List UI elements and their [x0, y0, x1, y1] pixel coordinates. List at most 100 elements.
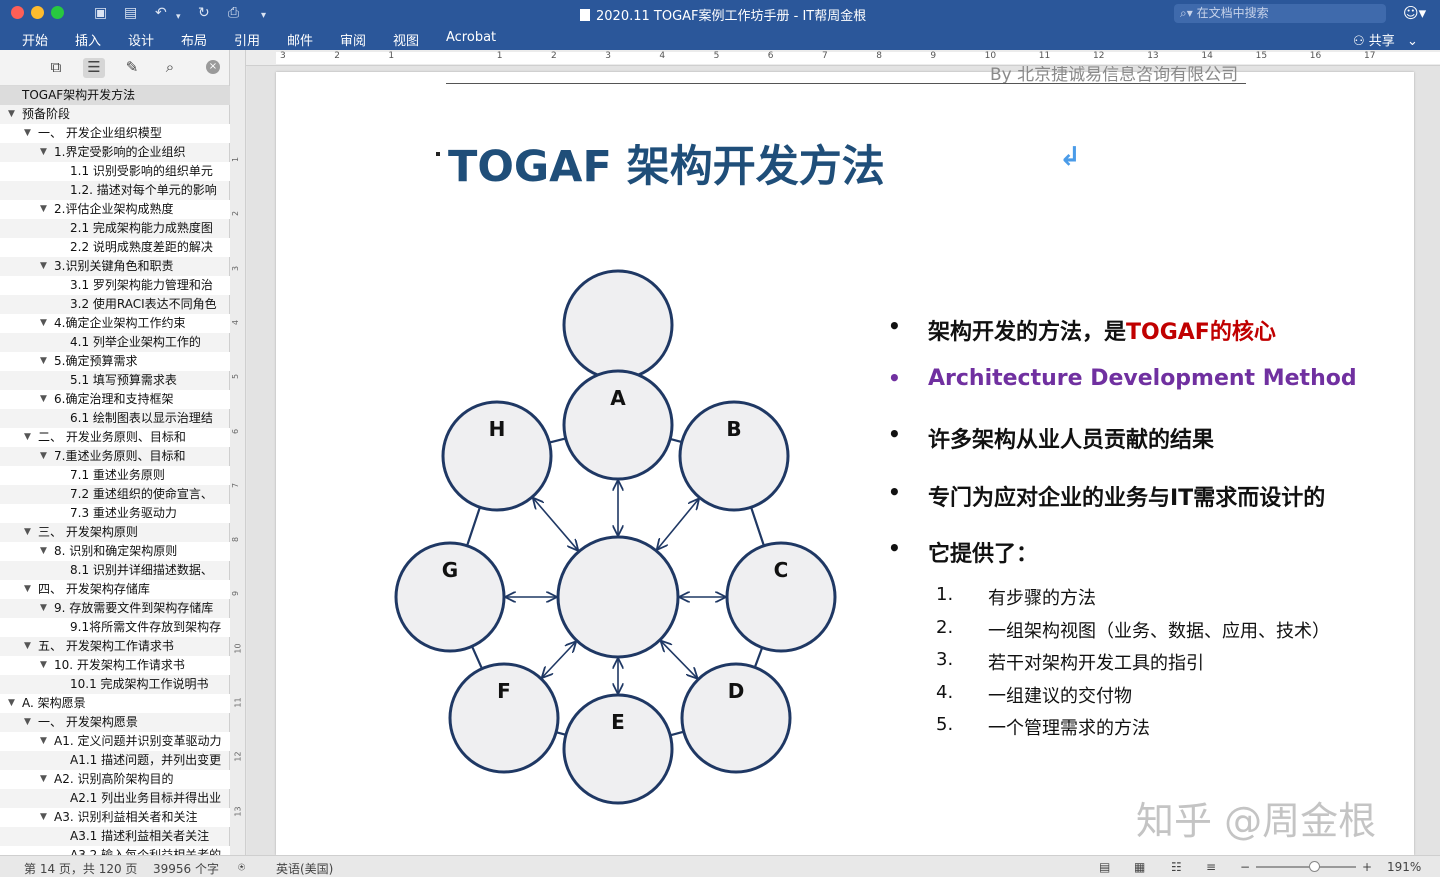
nav-item[interactable]: ▼ 1.界定受影响的企业组织: [0, 143, 230, 162]
collapse-triangle-icon[interactable]: ▼: [24, 124, 31, 143]
proofing-icon[interactable]: ⍟: [238, 860, 245, 875]
tab-acrobat[interactable]: Acrobat: [446, 30, 496, 45]
collapse-triangle-icon[interactable]: ▼: [40, 599, 47, 618]
print-icon[interactable]: ⎙: [228, 4, 239, 22]
redo-icon[interactable]: ↻: [198, 4, 210, 22]
nav-item[interactable]: ▼ 一、 开发架构愿景: [0, 713, 230, 732]
customize-toolbar-icon[interactable]: ▾: [261, 7, 266, 25]
document-canvas[interactable]: By 北京捷诚易信息咨询有限公司 TOGAF 架构开发方法 ↲ ABCDEFGH…: [247, 66, 1440, 855]
edit-outline-icon[interactable]: ✎: [121, 58, 143, 78]
nav-item[interactable]: A3.1 描述利益相关者关注: [0, 827, 230, 846]
nav-item[interactable]: ▼ 二、 开发业务原则、目标和: [0, 428, 230, 447]
draft-view-icon[interactable]: ≡: [1206, 860, 1216, 874]
nav-item[interactable]: ▼ 2.评估企业架构成熟度: [0, 200, 230, 219]
nav-item[interactable]: ▼ 5.确定预算需求: [0, 352, 230, 371]
page-count[interactable]: 第 14 页，共 120 页: [24, 860, 137, 877]
nav-item[interactable]: 3.1 罗列架构能力管理和治: [0, 276, 230, 295]
nav-item[interactable]: A2.1 列出业务目标并得出业: [0, 789, 230, 808]
collapse-triangle-icon[interactable]: ▼: [40, 352, 47, 371]
collapse-triangle-icon[interactable]: ▼: [40, 656, 47, 675]
nav-item[interactable]: 4.1 列举企业架构工作的: [0, 333, 230, 352]
collapse-triangle-icon[interactable]: ▼: [40, 808, 47, 827]
nav-item[interactable]: 9.1将所需文件存放到架构存: [0, 618, 230, 637]
nav-item[interactable]: ▼ A3. 识别利益相关者和关注: [0, 808, 230, 827]
collapse-triangle-icon[interactable]: ▼: [40, 257, 47, 276]
nav-item[interactable]: 3.2 使用RACI表达不同角色: [0, 295, 230, 314]
zoom-in-icon[interactable]: +: [1362, 860, 1372, 874]
nav-item[interactable]: ▼ 6.确定治理和支持框架: [0, 390, 230, 409]
nav-item[interactable]: 1.1 识别受影响的组织单元: [0, 162, 230, 181]
print-layout-view-icon[interactable]: ▤: [1099, 860, 1110, 874]
nav-item[interactable]: ▼ 4.确定企业架构工作约束: [0, 314, 230, 333]
collapse-triangle-icon[interactable]: ▼: [40, 200, 47, 219]
feedback-smiley-icon[interactable]: ☺▾: [1403, 4, 1426, 22]
zoom-out-icon[interactable]: −: [1240, 860, 1250, 874]
sidebar-toggle-icon[interactable]: ▣: [94, 4, 107, 22]
nav-item[interactable]: 8.1 识别并详细描述数据、: [0, 561, 230, 580]
horizontal-ruler[interactable]: 3 2 1 1 2 3 4 5 6 7 8 9 10 11 12 13 14 15 16 17: [246, 50, 1440, 66]
collapse-triangle-icon[interactable]: ▼: [24, 428, 31, 447]
nav-item[interactable]: A1.1 描述问题，并列出变更: [0, 751, 230, 770]
nav-item[interactable]: 10.1 完成架构工作说明书: [0, 675, 230, 694]
nav-item[interactable]: ▼ 预备阶段: [0, 105, 230, 124]
collapse-triangle-icon[interactable]: ▼: [40, 732, 47, 751]
zoom-slider-handle[interactable]: [1309, 861, 1320, 872]
collapse-triangle-icon[interactable]: ▼: [8, 105, 15, 124]
collapse-triangle-icon[interactable]: ▼: [40, 314, 47, 333]
nav-item[interactable]: 7.1 重述业务原则: [0, 466, 230, 485]
zoom-level[interactable]: 191%: [1387, 860, 1421, 874]
nav-item[interactable]: TOGAF架构开发方法: [0, 86, 230, 105]
nav-item[interactable]: 7.2 重述组织的使命宣言、: [0, 485, 230, 504]
nav-item[interactable]: ▼ 一、 开发企业组织模型: [0, 124, 230, 143]
tab-references[interactable]: 引用: [234, 30, 260, 49]
close-pane-icon[interactable]: ×: [206, 60, 220, 74]
nav-item[interactable]: ▼ A1. 定义问题并识别变革驱动力: [0, 732, 230, 751]
collapse-triangle-icon[interactable]: ▼: [8, 694, 15, 713]
vertical-ruler[interactable]: 1 2 3 4 5 6 7 8 9 10 11 12 13: [230, 50, 246, 855]
nav-item[interactable]: ▼ A2. 识别高阶架构目的: [0, 770, 230, 789]
nav-item[interactable]: ▼ 10. 开发架构工作请求书: [0, 656, 230, 675]
collapse-triangle-icon[interactable]: ▼: [24, 523, 31, 542]
nav-item[interactable]: ▼ A. 架构愿景: [0, 694, 230, 713]
language[interactable]: 英语(美国): [276, 860, 333, 877]
collapse-triangle-icon[interactable]: ▼: [40, 542, 47, 561]
tab-view[interactable]: 视图: [393, 30, 419, 49]
nav-item[interactable]: ▼ 8. 识别和确定架构原则: [0, 542, 230, 561]
tab-mailings[interactable]: 邮件: [287, 30, 313, 49]
nav-item[interactable]: 2.1 完成架构能力成熟度图: [0, 219, 230, 238]
nav-item[interactable]: ▼ 7.重述业务原则、目标和: [0, 447, 230, 466]
collapse-triangle-icon[interactable]: ▼: [24, 580, 31, 599]
tab-review[interactable]: 审阅: [340, 30, 366, 49]
collapse-triangle-icon[interactable]: ▼: [40, 143, 47, 162]
collapse-triangle-icon[interactable]: ▼: [40, 390, 47, 409]
outline-view-icon[interactable]: ☷: [1171, 860, 1182, 874]
collapse-triangle-icon[interactable]: ▼: [24, 713, 31, 732]
nav-item[interactable]: 1.2. 描述对每个单元的影响: [0, 181, 230, 200]
nav-item[interactable]: ▼ 9. 存放需要文件到架构存储库: [0, 599, 230, 618]
document-map-icon[interactable]: ☰: [83, 58, 105, 78]
minimize-window-button[interactable]: [31, 6, 44, 19]
search-input[interactable]: ⌕▾ 在文档中搜索: [1174, 4, 1386, 23]
nav-item[interactable]: 7.3 重述业务驱动力: [0, 504, 230, 523]
nav-item[interactable]: 2.2 说明成熟度差距的解决: [0, 238, 230, 257]
undo-dropdown-icon[interactable]: ▾: [176, 8, 181, 26]
tab-home[interactable]: 开始: [22, 30, 48, 49]
nav-item[interactable]: ▼ 五、 开发架构工作请求书: [0, 637, 230, 656]
nav-item[interactable]: ▼ 3.识别关键角色和职责: [0, 257, 230, 276]
nav-item[interactable]: ▼ 四、 开发架构存储库: [0, 580, 230, 599]
zoom-window-button[interactable]: [51, 6, 64, 19]
tab-layout[interactable]: 布局: [181, 30, 207, 49]
collapse-triangle-icon[interactable]: ▼: [40, 447, 47, 466]
nav-item[interactable]: 5.1 填写预算需求表: [0, 371, 230, 390]
collapse-triangle-icon[interactable]: ▼: [24, 637, 31, 656]
search-icon[interactable]: ⌕: [159, 58, 181, 78]
web-layout-view-icon[interactable]: ▦: [1134, 860, 1145, 874]
zoom-slider[interactable]: [1256, 866, 1356, 868]
thumbnails-icon[interactable]: ⧉: [45, 58, 67, 78]
close-window-button[interactable]: [11, 6, 24, 19]
share-button[interactable]: ⚇ 共享 ⌄: [1353, 30, 1418, 49]
undo-icon[interactable]: ↶: [155, 4, 167, 22]
nav-item[interactable]: ▼ 三、 开发架构原则: [0, 523, 230, 542]
document-page[interactable]: By 北京捷诚易信息咨询有限公司 TOGAF 架构开发方法 ↲ ABCDEFGH…: [276, 66, 1414, 855]
nav-item[interactable]: 6.1 绘制图表以显示治理结: [0, 409, 230, 428]
